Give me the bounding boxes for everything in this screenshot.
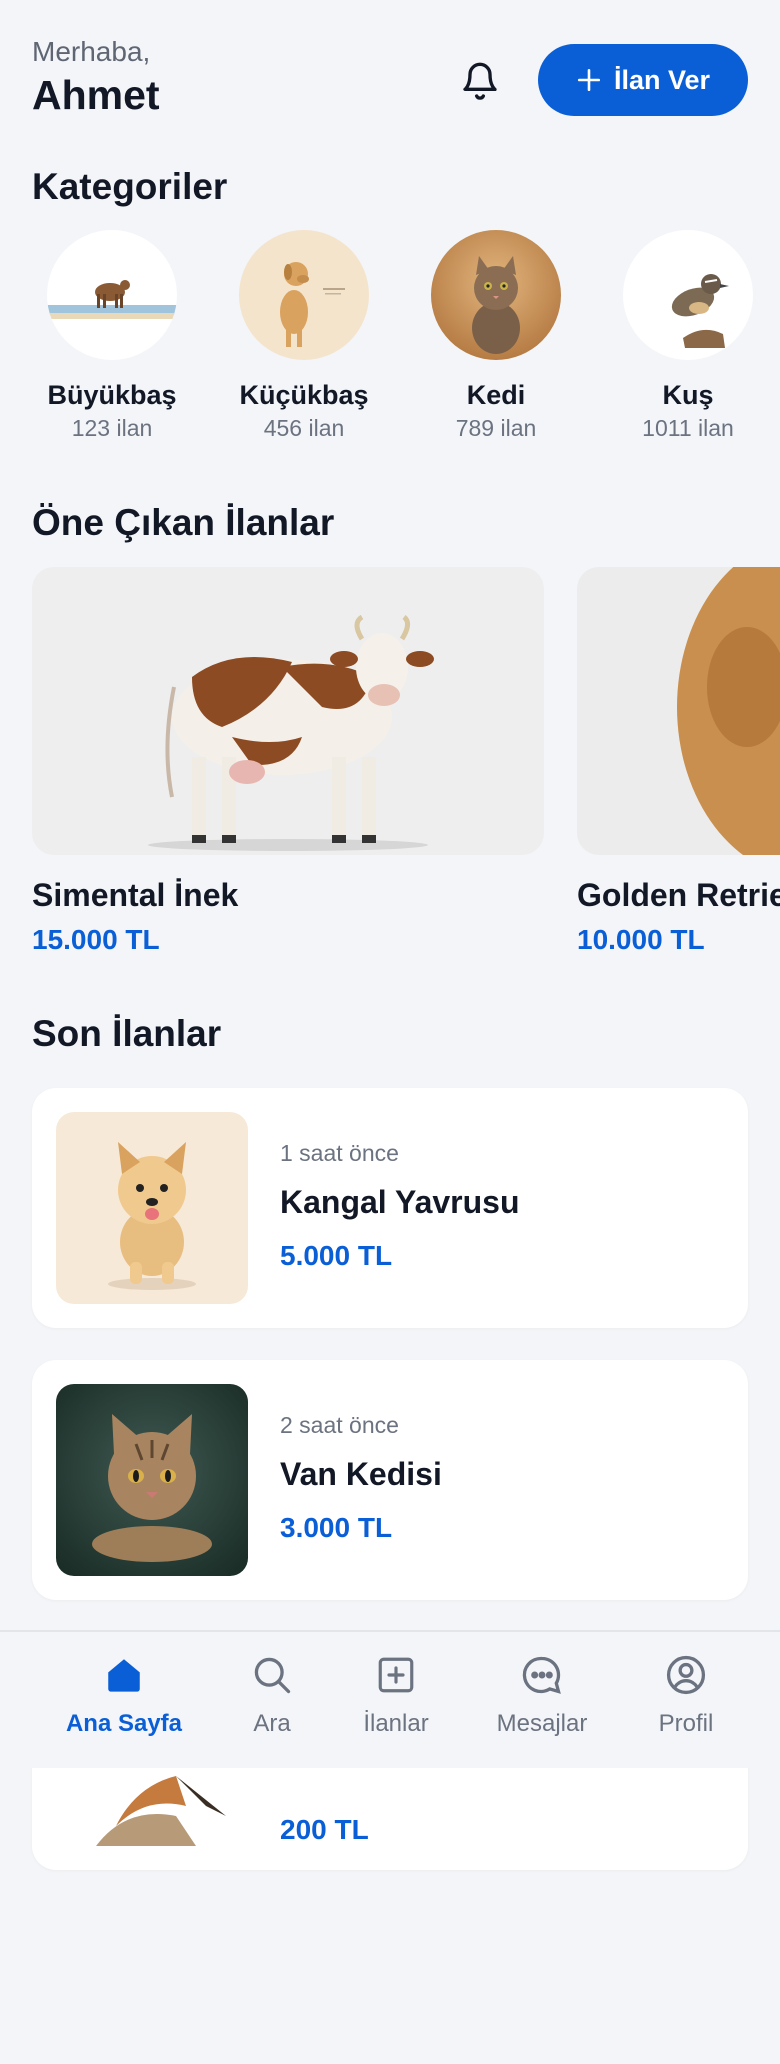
listing-title: Van Kedisi bbox=[280, 1456, 442, 1492]
golden-retriever-image bbox=[577, 567, 780, 855]
listing-title: Kangal Yavrusu bbox=[280, 1184, 520, 1220]
featured-price: 15.000 TL bbox=[32, 924, 160, 955]
cow-photo bbox=[47, 230, 177, 360]
featured-card[interactable]: Simental İnek 15.000 TL bbox=[32, 567, 544, 956]
recent-title: Son İlanlar bbox=[32, 1013, 222, 1054]
category-count: 789 ilan bbox=[455, 415, 537, 441]
listing-price: 200 TL bbox=[280, 1814, 369, 1845]
nav-label: Mesajlar bbox=[496, 1710, 588, 1737]
nav-home[interactable]: Ana Sayfa bbox=[54, 1650, 194, 1738]
nav-messages[interactable]: Mesajlar bbox=[472, 1650, 612, 1738]
category-count: 123 ilan bbox=[71, 415, 153, 441]
category-name: Kuş bbox=[662, 380, 714, 410]
category-item[interactable]: Kedi 789 ilan bbox=[421, 230, 571, 442]
categories-title: Kategoriler bbox=[32, 166, 228, 207]
category-name: Büyükbaş bbox=[47, 380, 177, 410]
post-listing-label: İlan Ver bbox=[613, 64, 711, 95]
nav-label: İlanlar bbox=[363, 1710, 429, 1737]
nav-label: Ara bbox=[253, 1710, 291, 1737]
featured-price: 10.000 TL bbox=[577, 924, 705, 955]
listing-card[interactable]: 2 saat önce Van Kedisi 3.000 TL bbox=[32, 1360, 748, 1600]
header: Merhaba, Ahmet İlan Ver bbox=[32, 36, 748, 126]
category-count: 456 ilan bbox=[263, 415, 345, 441]
category-item[interactable]: Büyükbaş 123 ilan bbox=[37, 230, 187, 442]
category-name: Kedi bbox=[466, 380, 526, 410]
bird-photo bbox=[623, 230, 753, 360]
listing-time: 1 saat önce bbox=[280, 1140, 399, 1166]
categories-row: Büyükbaş 123 ilan Küçükbaş 456 ilan Kedi… bbox=[0, 230, 780, 450]
featured-carousel[interactable]: Simental İnek 15.000 TL Golden Retriever… bbox=[0, 567, 780, 967]
plus-square-icon bbox=[378, 1657, 414, 1693]
notifications-button[interactable] bbox=[455, 56, 505, 106]
post-listing-button[interactable]: İlan Ver bbox=[538, 44, 748, 116]
listing-time: 2 saat önce bbox=[280, 1412, 399, 1438]
nav-profile[interactable]: Profil bbox=[616, 1650, 756, 1738]
category-count: 1011 ilan bbox=[642, 415, 734, 441]
featured-card[interactable]: Golden Retriever 10.000 TL bbox=[577, 567, 780, 956]
cow-image bbox=[32, 567, 544, 855]
nav-label: Ana Sayfa bbox=[65, 1710, 183, 1737]
user-circle-icon bbox=[666, 1655, 706, 1695]
category-item[interactable]: Küçükbaş 456 ilan bbox=[229, 230, 379, 442]
nav-listings[interactable]: İlanlar bbox=[326, 1650, 466, 1738]
dog-photo bbox=[239, 230, 369, 360]
tabby-cat-image bbox=[56, 1384, 248, 1576]
cat-photo bbox=[431, 230, 561, 360]
listing-card[interactable]: 1 saat önce Kangal Yavrusu 5.000 TL bbox=[32, 1088, 748, 1328]
bottom-navigation: Ana Sayfa Ara İlanlar Mesajlar Profil bbox=[0, 1630, 780, 1768]
bell-icon bbox=[463, 62, 497, 100]
search-icon bbox=[254, 1657, 291, 1694]
chat-icon bbox=[522, 1656, 561, 1694]
nav-label: Profil bbox=[658, 1710, 714, 1737]
plus-icon bbox=[577, 68, 601, 92]
puppy-image bbox=[56, 1112, 248, 1304]
category-item[interactable]: Kuş 1011 ilan bbox=[613, 230, 763, 442]
home-icon bbox=[108, 1659, 140, 1692]
nav-search[interactable]: Ara bbox=[202, 1650, 342, 1738]
featured-title: Öne Çıkan İlanlar bbox=[32, 502, 335, 543]
featured-name: Golden Retriever bbox=[577, 877, 780, 913]
listing-price: 5.000 TL bbox=[280, 1240, 393, 1271]
listing-price: 3.000 TL bbox=[280, 1512, 393, 1543]
featured-name: Simental İnek bbox=[32, 877, 239, 913]
category-name: Küçükbaş bbox=[239, 380, 369, 410]
